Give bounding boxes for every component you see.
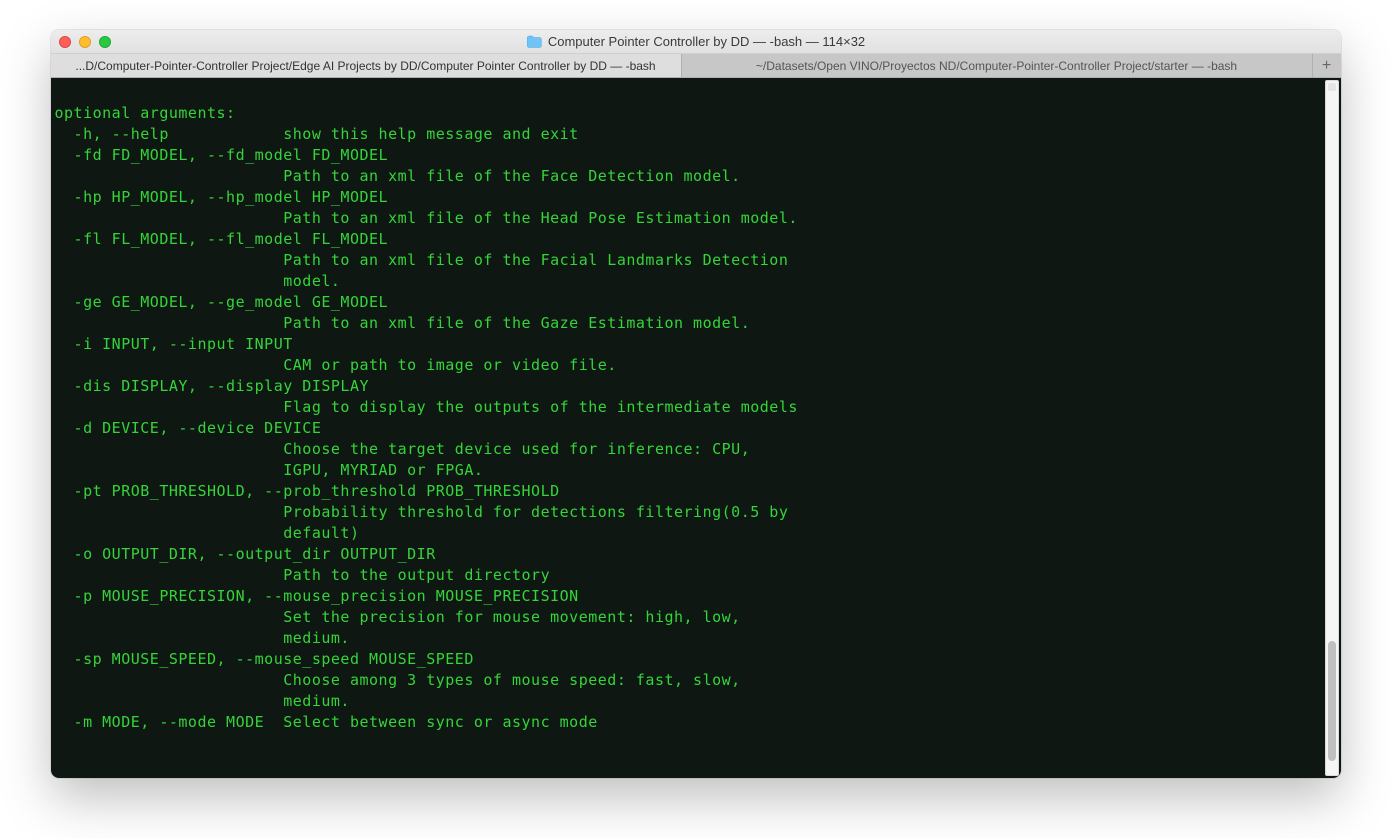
zoom-button[interactable] xyxy=(99,36,111,48)
tab-label: ~/Datasets/Open VINO/Proyectos ND/Comput… xyxy=(756,59,1237,73)
tab-bar: ...D/Computer-Pointer-Controller Project… xyxy=(51,54,1341,78)
window-title-group: Computer Pointer Controller by DD — -bas… xyxy=(526,34,865,49)
window-title: Computer Pointer Controller by DD — -bas… xyxy=(548,34,865,49)
scrollbar-thumb[interactable] xyxy=(1328,641,1336,761)
tab-2[interactable]: ~/Datasets/Open VINO/Proyectos ND/Comput… xyxy=(682,54,1313,77)
tab-1[interactable]: ...D/Computer-Pointer-Controller Project… xyxy=(51,54,682,77)
titlebar[interactable]: Computer Pointer Controller by DD — -bas… xyxy=(51,30,1341,54)
scrollbar-vertical[interactable] xyxy=(1325,80,1339,776)
window-controls xyxy=(59,36,111,48)
scrollbar-top-icon xyxy=(1328,83,1336,91)
terminal-viewport[interactable]: optional arguments: -h, --help show this… xyxy=(51,78,1341,778)
new-tab-button[interactable]: + xyxy=(1313,54,1341,77)
folder-icon xyxy=(526,35,542,48)
tab-label: ...D/Computer-Pointer-Controller Project… xyxy=(75,59,655,73)
minimize-button[interactable] xyxy=(79,36,91,48)
terminal-output: optional arguments: -h, --help show this… xyxy=(51,78,1341,737)
close-button[interactable] xyxy=(59,36,71,48)
terminal-window: Computer Pointer Controller by DD — -bas… xyxy=(51,30,1341,778)
plus-icon: + xyxy=(1322,57,1331,75)
